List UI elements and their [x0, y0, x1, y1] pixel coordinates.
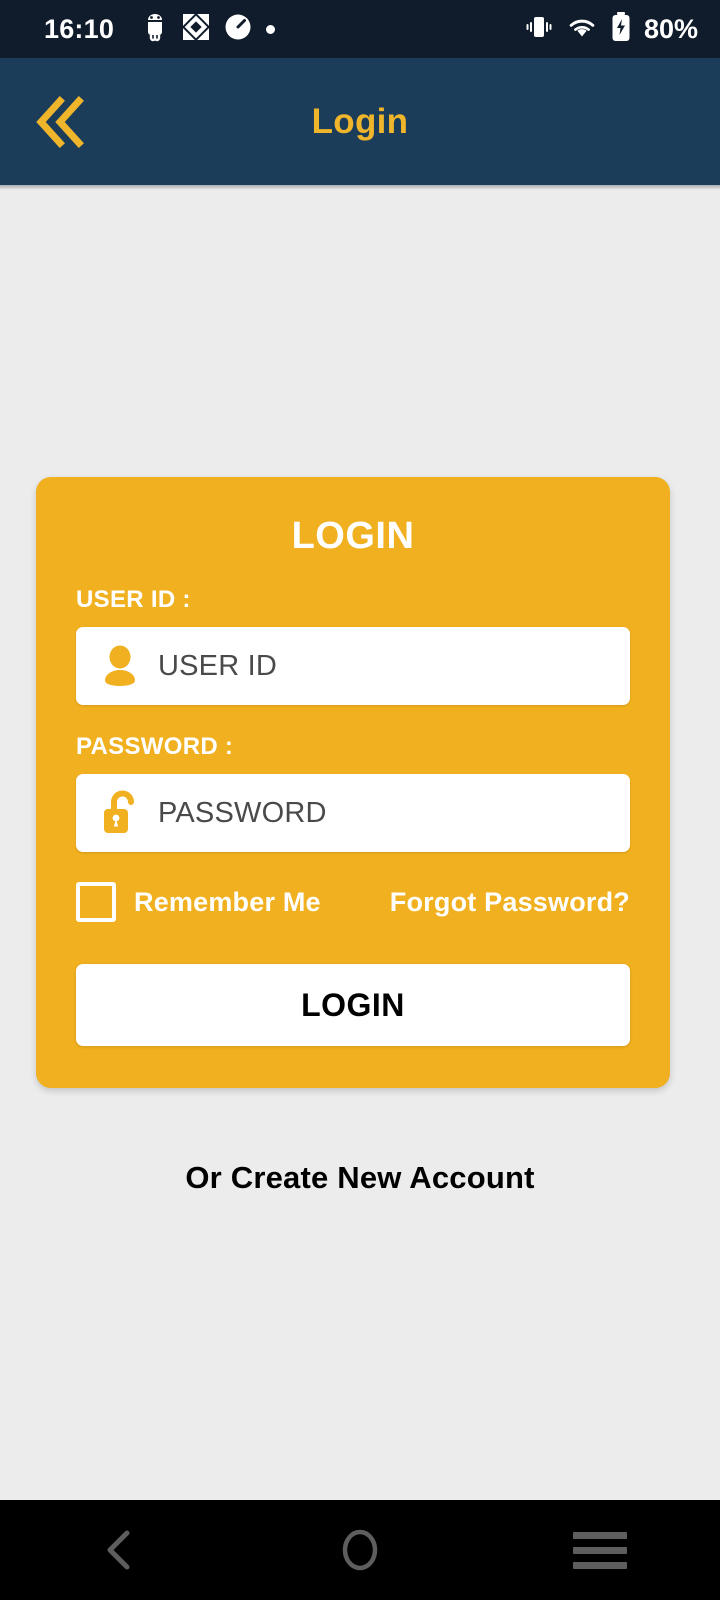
login-card: LOGIN USER ID : USER ID PASSWORD : PASSW… [36, 477, 670, 1088]
forgot-password-link[interactable]: Forgot Password? [390, 887, 630, 918]
status-bar-right-icons: 80% [525, 11, 698, 47]
status-bar-clock: 16:10 [44, 13, 115, 44]
app-bar-divider [0, 185, 720, 190]
page-title: Login [311, 101, 409, 141]
status-bar-left-icons [142, 12, 276, 47]
remember-me-checkbox[interactable] [76, 882, 116, 922]
password-placeholder: PASSWORD [158, 796, 327, 829]
android-nav-bar [0, 1500, 720, 1600]
password-label: PASSWORD : [76, 733, 234, 760]
double-chevron-left-icon [36, 95, 84, 148]
remember-me-label[interactable]: Remember Me [134, 887, 321, 918]
status-bar: 16:10 80% [0, 0, 720, 58]
vibrate-icon [525, 14, 553, 45]
hamburger-recents-icon [573, 1531, 627, 1569]
speedometer-icon [224, 13, 252, 46]
circle-home-icon [342, 1529, 378, 1571]
field-spacer [76, 705, 630, 733]
battery-charging-icon [611, 11, 631, 47]
user-person-icon [96, 643, 144, 689]
login-submit-button[interactable]: LOGIN [76, 964, 630, 1046]
developer-options-icon [181, 12, 211, 46]
create-account-link[interactable]: Or Create New Account [0, 1160, 720, 1196]
nav-back-button[interactable] [0, 1500, 240, 1600]
battery-percent-label: 80% [643, 13, 698, 44]
nav-home-button[interactable] [240, 1500, 480, 1600]
chevron-left-icon [107, 1530, 130, 1570]
wifi-icon [566, 14, 598, 45]
password-input[interactable]: PASSWORD [76, 774, 630, 852]
notification-dot-icon [266, 24, 276, 34]
unlocked-padlock-icon [96, 788, 144, 838]
phone-screen: 16:10 80% Login LOGIN USER ID: USER ID … [0, 0, 720, 1600]
nav-recents-button[interactable] [480, 1500, 720, 1600]
android-debug-icon [142, 12, 168, 47]
login-submit-label: LOGIN [301, 986, 405, 1023]
remember-row: Remember Me Forgot Password? [76, 882, 630, 922]
back-button[interactable] [28, 91, 96, 153]
user-id-label: USER ID : [76, 586, 191, 613]
user-id-input[interactable]: USER ID [76, 627, 630, 705]
user-id-placeholder: USER ID [158, 649, 278, 682]
app-bar: Login [0, 58, 720, 185]
login-card-title: LOGIN [291, 515, 415, 557]
